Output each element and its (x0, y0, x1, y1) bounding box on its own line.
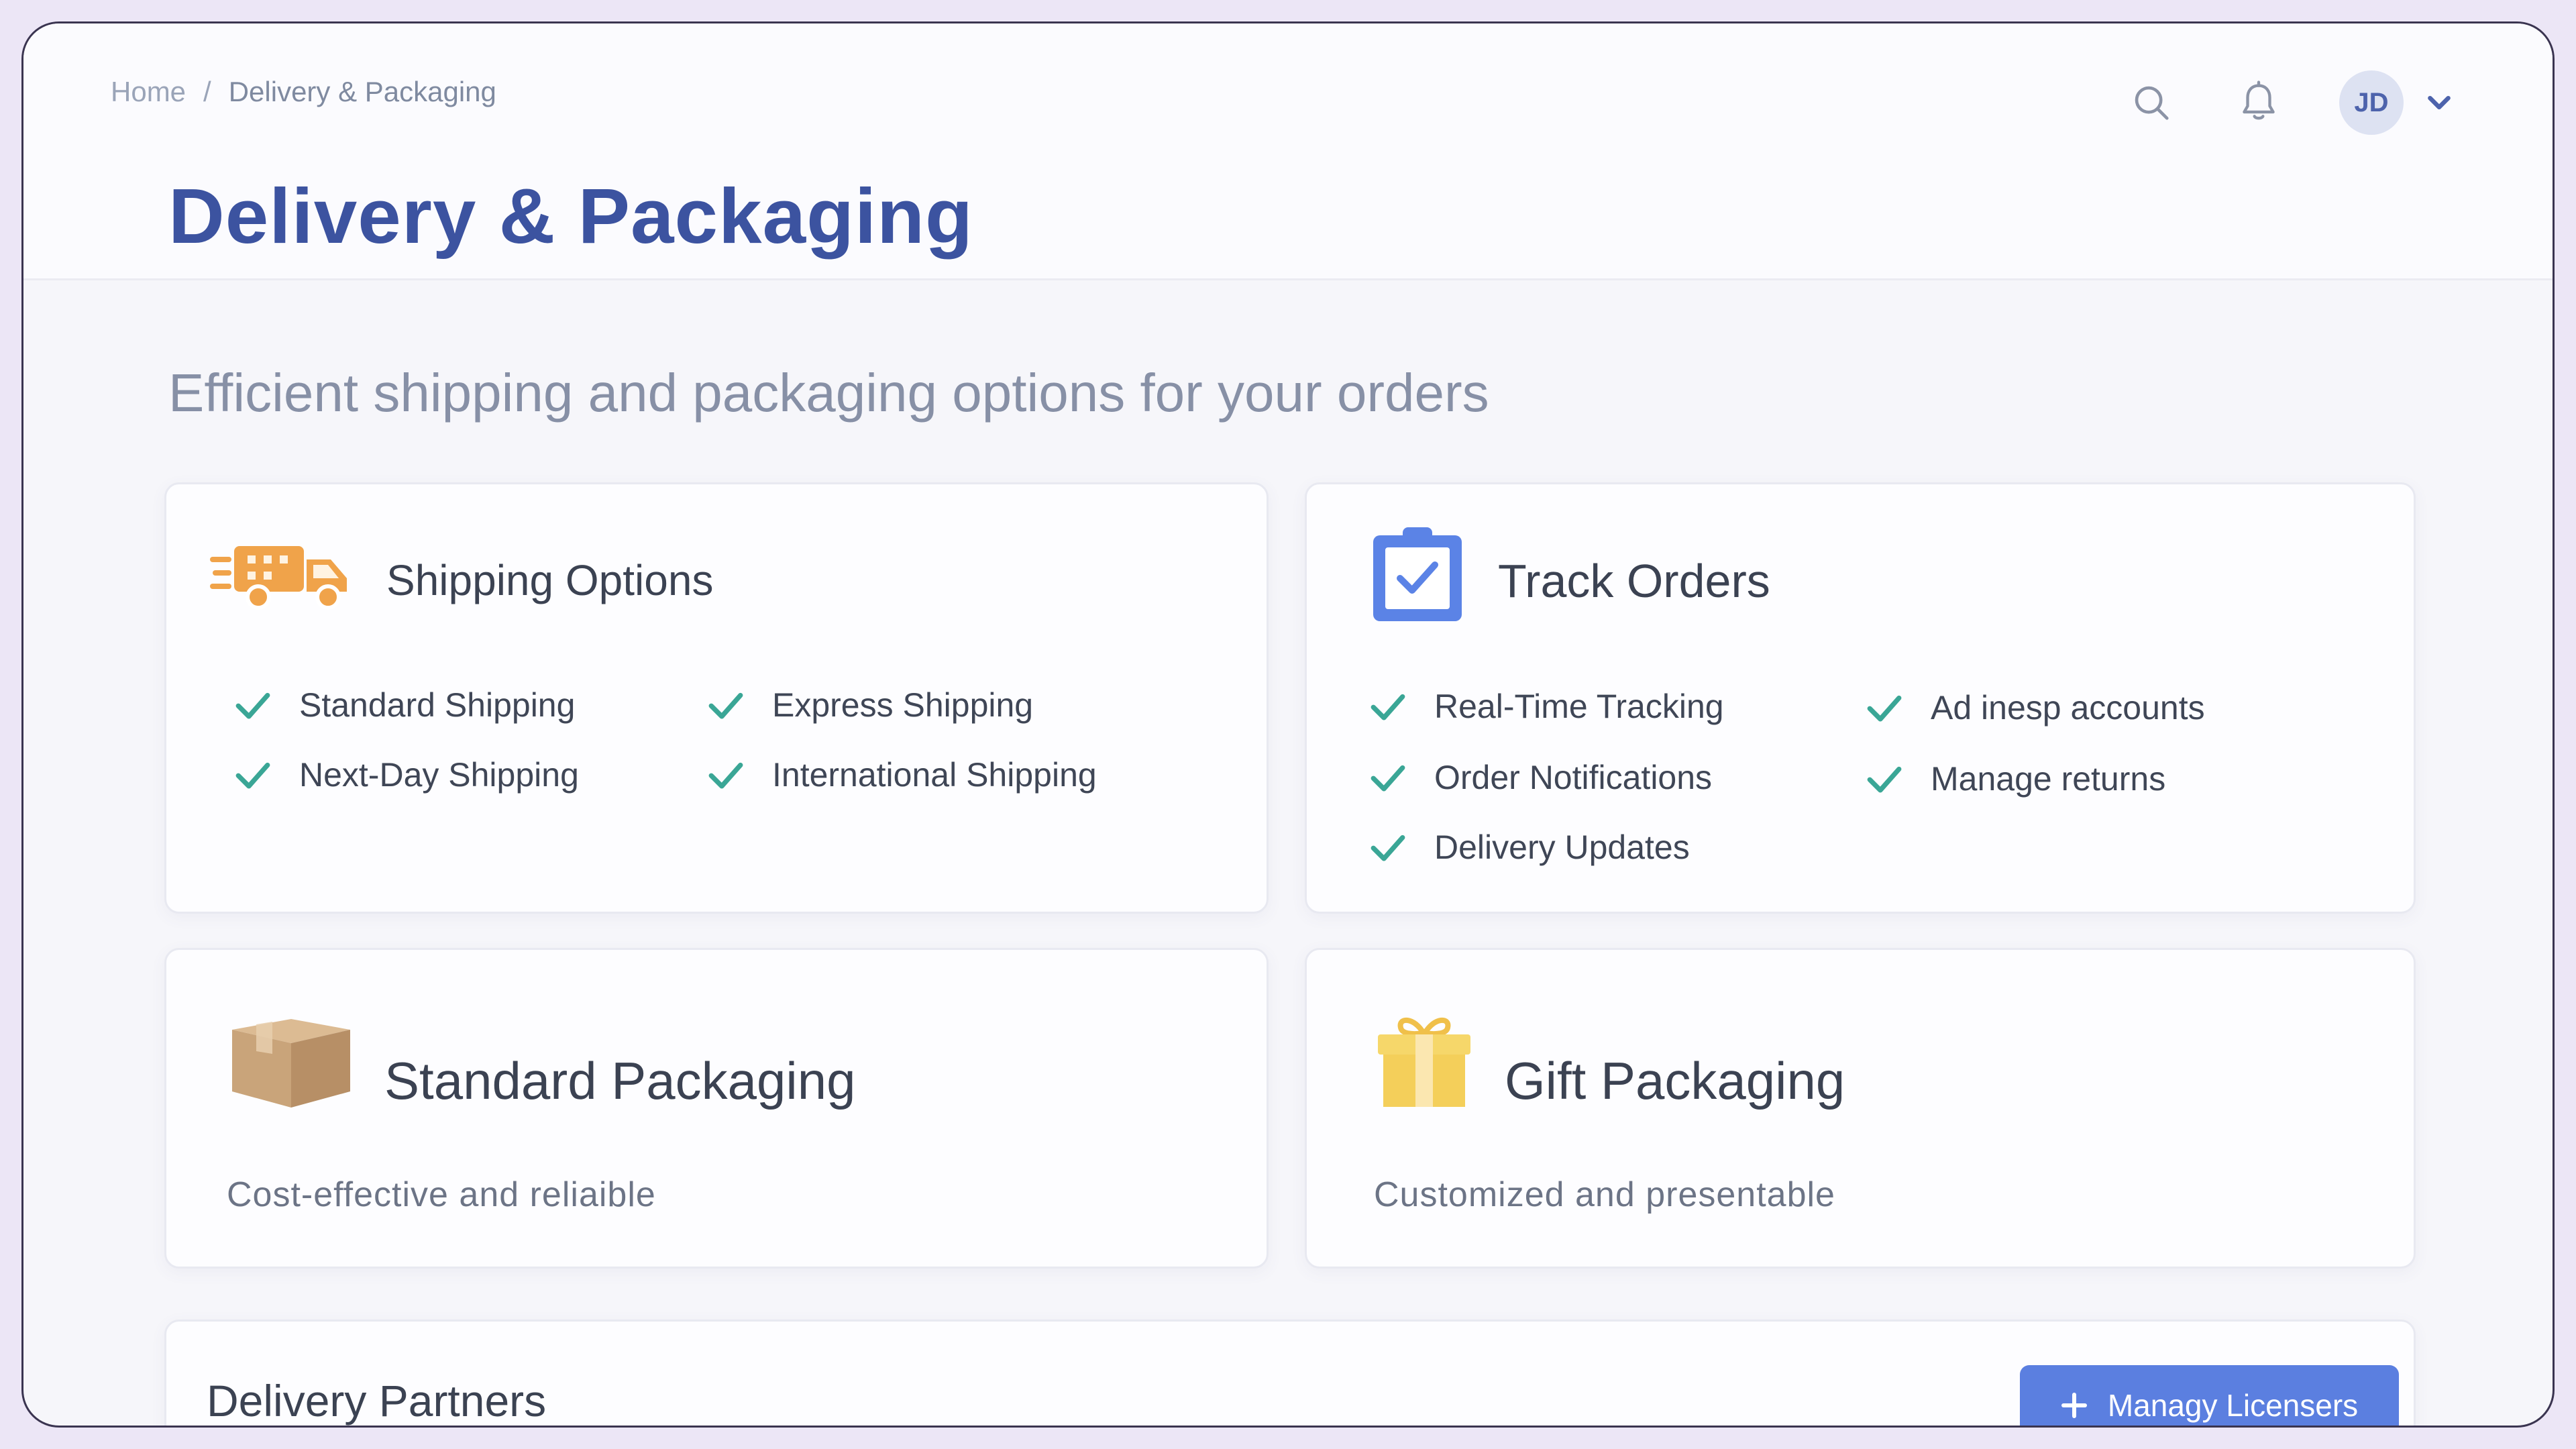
shipping-option-international: International Shipping (706, 755, 1097, 794)
top-bar: Home / Delivery & Packaging Delivery & P… (23, 23, 2553, 280)
tracking-feature-label: Real-Time Tracking (1434, 688, 1724, 725)
delivery-partners-title: Delivery Partners (207, 1376, 547, 1426)
notifications-button[interactable] (2232, 76, 2286, 129)
tracking-feature-label: Order Notifications (1434, 759, 1713, 796)
standard-packaging-card: Standard Packaging Cost-effective and re… (164, 948, 1269, 1269)
track-orders-title: Track Orders (1498, 555, 1770, 607)
manage-licensers-button[interactable]: Managy Licensers (2020, 1365, 2399, 1426)
manage-licensers-label: Managy Licensers (2107, 1388, 2359, 1423)
check-icon (1867, 695, 1902, 722)
tracking-feature-label: Delivery Updates (1434, 828, 1690, 866)
tracking-feature-label: Ad inesp accounts (1931, 689, 2205, 727)
standard-packaging-description: Cost-effective and reliaible (227, 1175, 656, 1214)
breadcrumb-current: Delivery & Packaging (228, 76, 496, 107)
tracking-feature: Order Notifications (1368, 758, 1712, 797)
shipping-option-label: Next-Day Shipping (299, 756, 579, 794)
check-icon (235, 692, 270, 719)
breadcrumb-separator: / (203, 76, 211, 107)
search-button[interactable] (2125, 76, 2178, 129)
search-icon (2135, 86, 2169, 120)
shipping-option-label: Express Shipping (772, 686, 1034, 724)
tracking-feature: Real-Time Tracking (1368, 687, 1724, 726)
tracking-feature: Ad inesp accounts (1865, 688, 2205, 727)
plus-icon (2061, 1393, 2087, 1418)
gift-packaging-title: Gift Packaging (1505, 1051, 1845, 1110)
tracking-feature: Delivery Updates (1368, 828, 1690, 867)
clipboard-check-icon (1373, 527, 1462, 621)
gift-packaging-description: Customized and presentable (1374, 1175, 1835, 1214)
standard-packaging-title: Standard Packaging (384, 1051, 856, 1110)
breadcrumb-home[interactable]: Home (111, 76, 186, 108)
track-orders-card: Track Orders Real-Time Tracking Ad inesp… (1305, 482, 2416, 914)
tracking-feature-label: Manage returns (1931, 760, 2166, 798)
tracking-feature: Manage returns (1865, 759, 2165, 798)
user-menu[interactable]: JD (2339, 70, 2452, 135)
check-icon (1371, 765, 1405, 792)
shipping-option-standard: Standard Shipping (233, 686, 575, 724)
check-icon (708, 692, 743, 719)
check-icon (1371, 694, 1405, 720)
gift-packaging-card: Gift Packaging Customized and presentabl… (1305, 948, 2416, 1269)
chevron-down-icon (2428, 95, 2451, 110)
check-icon (708, 762, 743, 789)
shipping-options-title: Shipping Options (386, 556, 714, 604)
shipping-option-label: International Shipping (772, 756, 1097, 794)
shipping-option-next-day: Next-Day Shipping (233, 755, 579, 794)
page-title: Delivery & Packaging (168, 172, 973, 260)
shipping-options-card: Shipping Options Standard Shipping Expre… (164, 482, 1269, 914)
truck-icon (210, 546, 347, 610)
box-icon (232, 1019, 350, 1108)
check-icon (1867, 766, 1902, 793)
shipping-option-express: Express Shipping (706, 686, 1033, 724)
shipping-option-label: Standard Shipping (299, 686, 576, 724)
check-icon (235, 762, 270, 789)
breadcrumb: Home / Delivery & Packaging (111, 76, 496, 108)
delivery-partners-card: Delivery Partners Managy Licensers (164, 1320, 2416, 1426)
page-subtitle: Efficient shipping and packaging options… (168, 363, 1489, 423)
bell-icon (2243, 80, 2275, 120)
avatar: JD (2339, 70, 2404, 135)
gift-icon (1378, 1017, 1470, 1107)
app-window: Home / Delivery & Packaging Delivery & P… (21, 21, 2555, 1428)
check-icon (1371, 835, 1405, 861)
top-actions: JD (2125, 70, 2452, 135)
